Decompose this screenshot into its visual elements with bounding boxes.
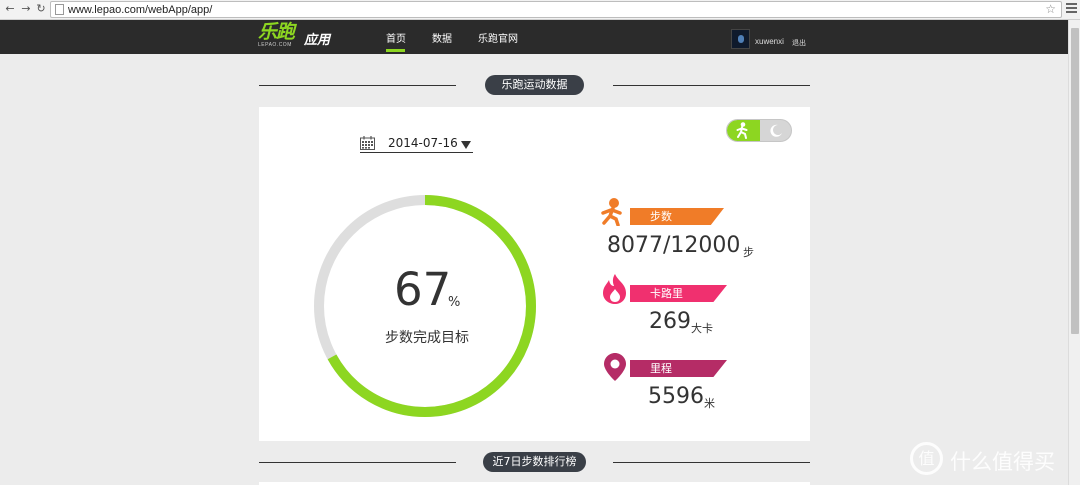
page-scrollbar[interactable] bbox=[1068, 20, 1080, 485]
logout-link[interactable]: 退出 bbox=[792, 38, 806, 48]
dropdown-arrow-icon[interactable] bbox=[461, 141, 471, 149]
calories-unit: 大卡 bbox=[691, 322, 713, 335]
runner-toggle-icon bbox=[736, 122, 748, 139]
progress-percent-value: 67 bbox=[394, 263, 452, 316]
activity-sleep-toggle[interactable] bbox=[726, 119, 792, 142]
section-title-sport-data: 乐跑运动数据 bbox=[485, 75, 584, 95]
logo-app-label: 应用 bbox=[304, 32, 331, 47]
nav-official-site[interactable]: 乐跑官网 bbox=[478, 30, 518, 45]
section-divider-right-2 bbox=[613, 462, 810, 463]
runner-icon bbox=[601, 198, 622, 226]
section-divider-left bbox=[259, 85, 456, 86]
back-icon[interactable]: ← bbox=[3, 2, 17, 16]
calories-ribbon: 卡路里 bbox=[630, 285, 727, 302]
selected-date: 2014-07-16 bbox=[388, 136, 458, 150]
distance-ribbon: 里程 bbox=[630, 360, 727, 377]
bookmark-star-icon[interactable]: ☆ bbox=[1045, 2, 1056, 17]
watermark-logo-icon: 值 bbox=[910, 442, 943, 475]
steps-unit: 步 bbox=[743, 246, 754, 259]
calendar-icon bbox=[360, 136, 375, 150]
logo-wordmark: 乐跑 bbox=[258, 22, 295, 43]
steps-ribbon: 步数 bbox=[630, 208, 724, 225]
section-title-weekly-ranking: 近7日步数排行榜 bbox=[483, 452, 586, 472]
calories-value: 269 bbox=[649, 309, 691, 334]
forward-icon[interactable]: → bbox=[19, 2, 33, 16]
progress-percent-unit: % bbox=[448, 295, 461, 310]
lepao-logo[interactable]: 乐跑 LEPAO.COM 应用 bbox=[258, 22, 330, 49]
watermark-logo-text: 值 bbox=[918, 449, 935, 468]
steps-value: 8077/12000 bbox=[607, 233, 741, 258]
nav-data[interactable]: 数据 bbox=[432, 30, 452, 45]
date-picker[interactable]: 2014-07-16 bbox=[360, 135, 473, 153]
moon-icon bbox=[770, 124, 782, 137]
distance-unit: 米 bbox=[704, 397, 715, 410]
url-text: www.lepao.com/webApp/app/ bbox=[68, 4, 213, 16]
flame-icon bbox=[603, 274, 626, 304]
sport-data-card: 2014-07-16 67 % 步数完成目标 步数 8077/12000 步 卡… bbox=[259, 107, 810, 441]
avatar[interactable] bbox=[731, 29, 750, 49]
username[interactable]: xuwenxi bbox=[755, 37, 784, 46]
progress-label: 步数完成目标 bbox=[385, 330, 469, 346]
nav-home[interactable]: 首页 bbox=[386, 30, 406, 45]
watermark: 值 什么值得买 bbox=[910, 440, 1075, 478]
address-bar[interactable]: www.lepao.com/webApp/app/ ☆ bbox=[50, 1, 1062, 18]
active-nav-indicator bbox=[386, 49, 405, 52]
logo-domain: LEPAO.COM bbox=[258, 42, 292, 48]
scrollbar-thumb[interactable] bbox=[1071, 28, 1079, 334]
top-navigation-bar: 乐跑 LEPAO.COM 应用 首页 数据 乐跑官网 xuwenxi 退出 bbox=[0, 20, 1068, 54]
section-divider-right bbox=[613, 85, 810, 86]
location-pin-icon bbox=[604, 353, 626, 381]
distance-value: 5596 bbox=[648, 384, 704, 409]
browser-menu-icon[interactable] bbox=[1066, 3, 1077, 15]
watermark-text: 什么值得买 bbox=[950, 450, 1055, 474]
section-divider-left-2 bbox=[259, 462, 456, 463]
browser-toolbar: ← → ↻ www.lepao.com/webApp/app/ ☆ bbox=[0, 0, 1080, 20]
reload-icon[interactable]: ↻ bbox=[34, 2, 48, 16]
page-icon bbox=[55, 4, 64, 15]
